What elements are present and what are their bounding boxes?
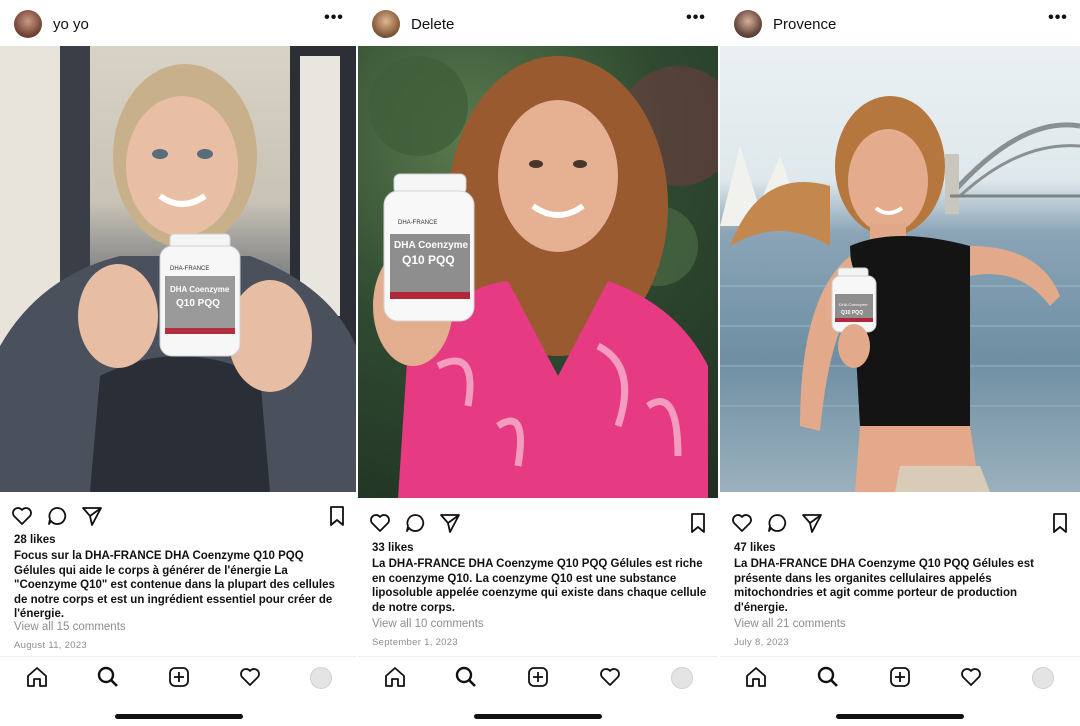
post-screen-3: Provence ••• DHA Coenzyme Q10 PQQ 47 lik… (720, 0, 1080, 726)
view-comments-link[interactable]: View all 21 comments (734, 618, 846, 630)
bottom-nav (358, 656, 718, 701)
search-icon[interactable] (96, 665, 120, 689)
add-icon[interactable] (526, 665, 550, 689)
post-screen-2: Delete ••• DHA-FRANCE DHA Coenzyme Q10 P… (358, 0, 718, 726)
action-row (0, 500, 356, 532)
likes-count[interactable]: 47 likes (734, 542, 776, 554)
bottom-nav (0, 656, 356, 701)
bookmark-icon[interactable] (1048, 511, 1072, 535)
bottle-name2-text: Q10 PQQ (176, 298, 220, 309)
bottle-name-text: DHA Coenzyme (394, 240, 469, 251)
heart-icon[interactable] (598, 665, 622, 689)
bottom-nav (720, 656, 1080, 701)
avatar[interactable] (734, 10, 762, 38)
comment-icon[interactable] (765, 511, 789, 535)
heart-icon[interactable] (238, 665, 262, 689)
share-icon[interactable] (800, 511, 824, 535)
heart-icon[interactable] (10, 504, 34, 528)
add-icon[interactable] (167, 665, 191, 689)
photo-illustration: DHA-FRANCE DHA Coenzyme Q10 PQQ (0, 46, 356, 492)
home-icon[interactable] (744, 665, 768, 689)
comment-icon[interactable] (403, 511, 427, 535)
bottle-name2-text: Q10 PQQ (402, 253, 455, 267)
post-date: July 8, 2023 (734, 637, 789, 648)
bottle-brand-text: DHA-FRANCE (170, 266, 209, 272)
post-caption: La DHA-FRANCE DHA Coenzyme Q10 PQQ Gélul… (372, 558, 707, 614)
heart-icon[interactable] (959, 665, 983, 689)
post-date: September 1, 2023 (372, 637, 458, 648)
more-icon[interactable]: ••• (686, 10, 706, 26)
share-icon[interactable] (438, 511, 462, 535)
view-comments-link[interactable]: View all 15 comments (14, 621, 126, 633)
bottle-name-text: DHA Coenzyme (839, 302, 868, 307)
post-photo: DHA Coenzyme Q10 PQQ (720, 46, 1080, 492)
profile-icon[interactable] (1032, 667, 1054, 689)
username[interactable]: Delete (411, 16, 454, 33)
likes-count[interactable]: 28 likes (14, 534, 56, 546)
add-icon[interactable] (888, 665, 912, 689)
username[interactable]: yo yo (53, 16, 89, 33)
search-icon[interactable] (816, 665, 840, 689)
home-indicator[interactable] (836, 714, 964, 719)
profile-icon[interactable] (310, 667, 332, 689)
bottle-name2-text: Q10 PQQ (841, 310, 863, 316)
post-photo: DHA-FRANCE DHA Coenzyme Q10 PQQ (358, 46, 718, 498)
home-icon[interactable] (25, 665, 49, 689)
instagram-post-comparison: yo yo ••• DHA-FRANCE DHA Coenzyme Q10 PQ… (0, 0, 1080, 726)
more-icon[interactable]: ••• (1048, 10, 1068, 26)
post-screen-1: yo yo ••• DHA-FRANCE DHA Coenzyme Q10 PQ… (0, 0, 356, 726)
search-icon[interactable] (454, 665, 478, 689)
post-header: Delete ••• (358, 0, 718, 46)
bookmark-icon[interactable] (686, 511, 710, 535)
likes-count[interactable]: 33 likes (372, 542, 414, 554)
view-comments-link[interactable]: View all 10 comments (372, 618, 484, 630)
bottle-name-text: DHA Coenzyme (170, 285, 230, 294)
post-header: yo yo ••• (0, 0, 356, 46)
comment-icon[interactable] (45, 504, 69, 528)
post-header: Provence ••• (720, 0, 1080, 46)
action-row (720, 507, 1080, 539)
photo-illustration: DHA Coenzyme Q10 PQQ (720, 96, 1080, 492)
post-photo: DHA-FRANCE DHA Coenzyme Q10 PQQ (0, 46, 356, 492)
action-row (358, 507, 718, 539)
profile-icon[interactable] (671, 667, 693, 689)
avatar[interactable] (14, 10, 42, 38)
post-caption: La DHA-FRANCE DHA Coenzyme Q10 PQQ Gélul… (734, 558, 1034, 614)
bookmark-icon[interactable] (325, 504, 349, 528)
heart-icon[interactable] (368, 511, 392, 535)
post-date: August 11, 2023 (14, 640, 87, 651)
home-indicator[interactable] (115, 714, 243, 719)
username[interactable]: Provence (773, 16, 836, 33)
post-caption: Focus sur la DHA-FRANCE DHA Coenzyme Q10… (14, 550, 335, 620)
avatar[interactable] (372, 10, 400, 38)
home-indicator[interactable] (474, 714, 602, 719)
heart-icon[interactable] (730, 511, 754, 535)
share-icon[interactable] (80, 504, 104, 528)
photo-illustration: DHA-FRANCE DHA Coenzyme Q10 PQQ (368, 56, 718, 498)
bottle-brand-text: DHA-FRANCE (398, 220, 437, 226)
more-icon[interactable]: ••• (324, 10, 344, 26)
home-icon[interactable] (383, 665, 407, 689)
